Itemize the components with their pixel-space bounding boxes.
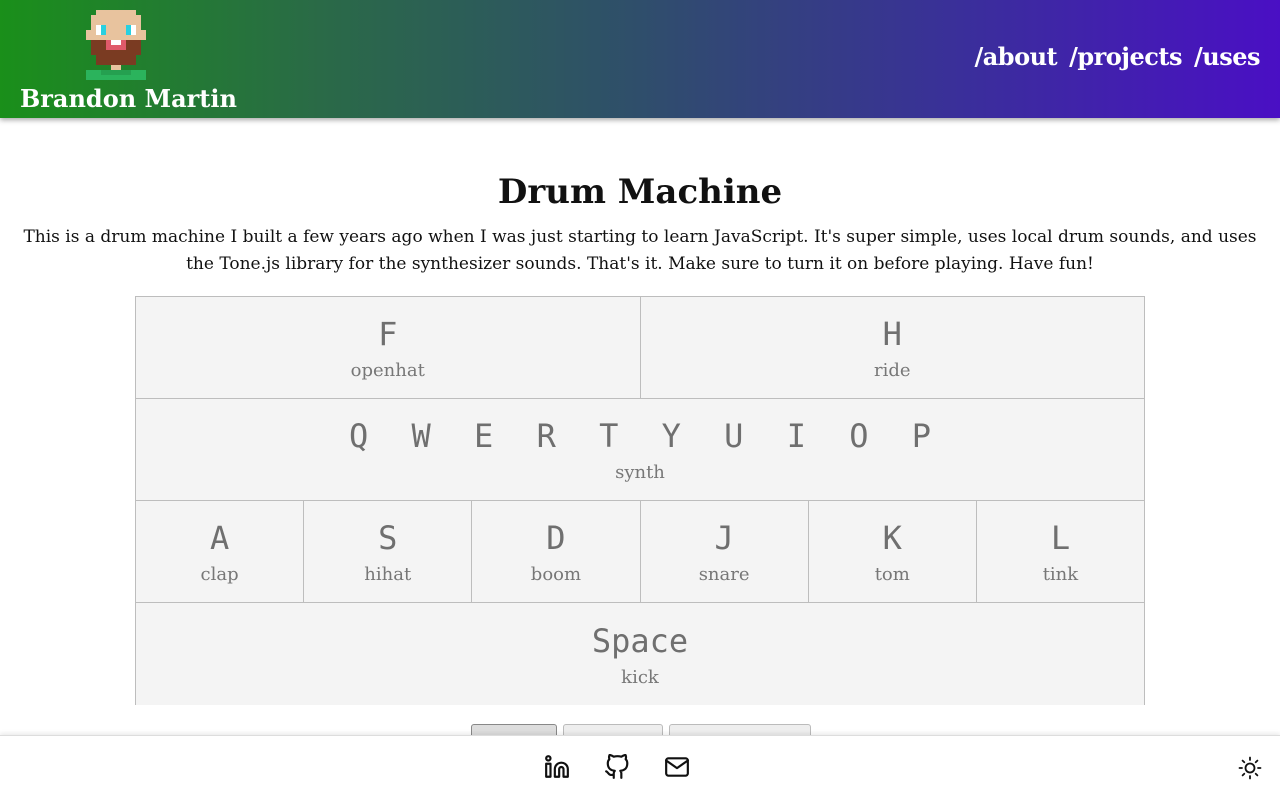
sun-icon[interactable] [1238, 756, 1262, 780]
site-footer [0, 735, 1280, 800]
key-letter: A [209, 519, 230, 557]
avatar [86, 10, 146, 80]
key-row-3: A clap S hihat D boom J snare K tom L ti… [136, 501, 1145, 603]
nav-about[interactable]: /about [974, 42, 1057, 71]
key-sound: hihat [364, 564, 412, 585]
key-row-1: F openhat H ride [136, 297, 1144, 399]
key-letter: Q W E R T Y U I O P [348, 417, 944, 455]
mail-icon[interactable] [664, 754, 690, 780]
main-nav: /about /projects /uses [974, 42, 1260, 71]
drum-key-ride[interactable]: H ride [640, 297, 1144, 398]
key-row-4: Space kick [136, 603, 1144, 705]
intro-text: This is a drum machine I built a few yea… [23, 227, 1257, 274]
brand-name[interactable]: Brandon Martin [20, 84, 237, 113]
key-letter: K [882, 519, 902, 557]
linkedin-icon[interactable] [544, 754, 570, 780]
page-title: Drum Machine [497, 172, 783, 212]
drum-key-snare[interactable]: J snare [640, 501, 809, 602]
github-icon[interactable] [604, 754, 630, 780]
key-letter: S [378, 519, 398, 557]
drum-machine: F openhat H ride Q W E R T Y U I O P syn… [135, 296, 1145, 705]
key-sound: openhat [350, 360, 425, 381]
key-row-2: Q W E R T Y U I O P synth [136, 399, 1144, 501]
key-letter: Space [591, 621, 689, 660]
drum-key-clap[interactable]: A clap [136, 501, 305, 602]
key-sound: synth [615, 462, 665, 483]
key-letter: H [882, 315, 902, 353]
drum-key-hihat[interactable]: S hihat [304, 501, 473, 602]
nav-projects[interactable]: /projects [1069, 42, 1182, 71]
site-header: Brandon Martin /about /projects /uses [0, 0, 1280, 118]
key-sound: tom [874, 564, 910, 585]
key-letter: J [714, 519, 734, 557]
key-sound: boom [530, 564, 582, 585]
key-letter: D [546, 519, 566, 557]
key-letter: L [1050, 519, 1071, 557]
key-sound: kick [621, 666, 659, 688]
drum-key-tom[interactable]: K tom [808, 501, 977, 602]
key-sound: clap [200, 564, 239, 585]
drum-key-tink[interactable]: L tink [976, 501, 1145, 602]
key-sound: tink [1042, 564, 1079, 585]
drum-key-boom[interactable]: D boom [472, 501, 641, 602]
drum-key-synth[interactable]: Q W E R T Y U I O P synth [136, 399, 1144, 500]
key-sound: snare [698, 564, 750, 585]
drum-key-kick[interactable]: Space kick [136, 603, 1144, 705]
drum-key-openhat[interactable]: F openhat [136, 297, 641, 398]
social-links [544, 754, 690, 780]
nav-uses[interactable]: /uses [1194, 42, 1261, 71]
key-sound: ride [873, 360, 911, 381]
key-letter: F [378, 315, 398, 353]
